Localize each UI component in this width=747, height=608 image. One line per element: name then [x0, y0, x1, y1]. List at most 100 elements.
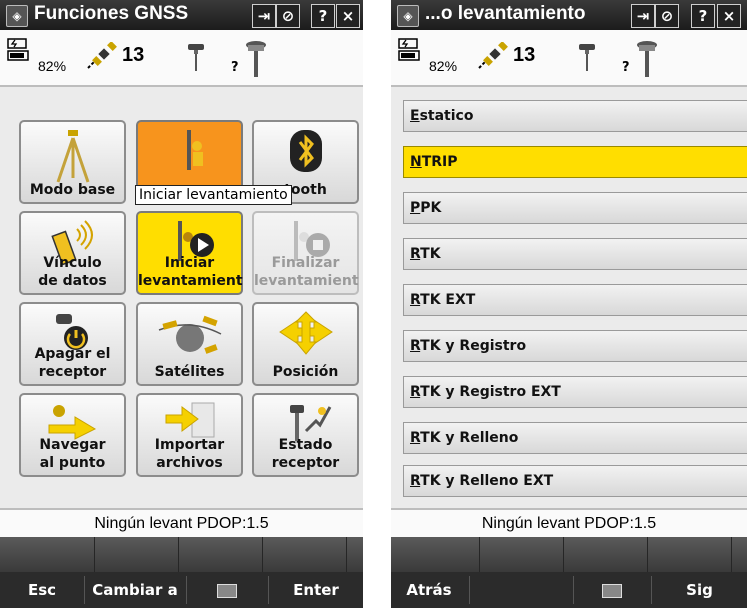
window-title: Funciones GNSS: [34, 3, 189, 24]
tile-import-files[interactable]: Importar archivos: [136, 393, 243, 477]
item-label: TK: [420, 246, 441, 262]
status-bar: 82% 13 ?: [0, 30, 363, 87]
satellites-globe-icon: [158, 315, 221, 354]
tile-base-mode[interactable]: Modo base: [19, 120, 126, 204]
battery-percent: 82%: [429, 58, 458, 74]
item-hotkey: R: [410, 292, 421, 308]
switch-to-button[interactable]: Cambiar a: [85, 572, 185, 608]
tile-label: Satélites: [154, 364, 225, 380]
tile-label: Finalizar levantamient: [254, 255, 359, 289]
switch-to-icon[interactable]: ⇥: [631, 4, 655, 28]
item-hotkey: E: [410, 108, 420, 124]
tile-label: Vínculo de datos: [38, 255, 107, 289]
tile-navigate-to-point[interactable]: Navegar al punto: [19, 393, 126, 477]
tile-label: Importar archivos: [154, 437, 225, 471]
esc-button[interactable]: Esc: [0, 572, 84, 608]
list-item-rtk[interactable]: RTK: [403, 238, 747, 270]
item-hotkey: N: [410, 154, 422, 170]
favorites-icon[interactable]: ⊘: [276, 4, 300, 28]
help-button[interactable]: ?: [311, 4, 335, 28]
survey-style-list: Estatico NTRIP PPK RTK RTK EXT RTK y Reg…: [391, 87, 747, 508]
item-hotkey: R: [410, 246, 421, 262]
start-menu-icon[interactable]: ◈: [397, 5, 419, 27]
tile-end-survey[interactable]: Finalizar levantamient: [252, 211, 359, 295]
tile-power-off-receiver[interactable]: Apagar el receptor: [19, 302, 126, 386]
back-button[interactable]: Atrás: [391, 572, 467, 608]
close-button[interactable]: ×: [336, 4, 360, 28]
tile-satellites[interactable]: Satélites: [136, 302, 243, 386]
item-label: PK: [420, 200, 442, 216]
tooltip: Iniciar levantamiento: [135, 185, 292, 205]
battery-icon[interactable]: [7, 38, 31, 62]
status-strip: [391, 537, 747, 572]
tile-label: Posición: [272, 364, 339, 380]
item-hotkey: R: [410, 338, 421, 354]
window-title: ...o levantamiento: [425, 3, 586, 24]
item-label: TK y Registro EXT: [420, 384, 561, 400]
tile-label: Iniciar levantamient: [138, 255, 243, 289]
switch-to-icon[interactable]: ⇥: [252, 4, 276, 28]
list-item-rtk-relleno[interactable]: RTK y Relleno: [403, 422, 747, 454]
status-strip: [0, 537, 363, 572]
status-bar: 82% 13 ?: [391, 30, 747, 87]
survey-status-bar: Ningún levant PDOP:1.5: [391, 508, 747, 537]
tripod-icon: [56, 130, 89, 183]
survey-person-icon: [186, 130, 203, 170]
tile-data-link[interactable]: Vínculo de datos: [19, 211, 126, 295]
navigate-arrow-icon: [48, 405, 96, 440]
keyboard-button[interactable]: [187, 572, 267, 608]
item-label: TK y Registro: [420, 338, 527, 354]
satellite-count: 13: [513, 44, 536, 66]
close-button[interactable]: ×: [717, 4, 741, 28]
list-item-rtk-registro[interactable]: RTK y Registro: [403, 330, 747, 362]
enter-button[interactable]: Enter: [269, 572, 363, 608]
keyboard-button[interactable]: [574, 572, 650, 608]
title-bar: ◈ ...o levantamiento ⇥ ⊘ ? ×: [391, 0, 747, 30]
item-hotkey: R: [410, 473, 421, 489]
softkey-bar: Esc Cambiar a Enter: [0, 572, 363, 608]
antenna-unknown-mark: ?: [622, 60, 630, 75]
help-button[interactable]: ?: [691, 4, 715, 28]
antenna-unknown-mark: ?: [231, 60, 239, 75]
list-item-rtk-ext[interactable]: RTK EXT: [403, 284, 747, 316]
favorites-icon[interactable]: ⊘: [655, 4, 679, 28]
item-label: TK EXT: [420, 292, 476, 308]
list-item-rtk-registro-ext[interactable]: RTK y Registro EXT: [403, 376, 747, 408]
import-file-icon: [165, 402, 214, 438]
tile-label: Apagar el receptor: [34, 346, 111, 380]
list-item-rtk-relleno-ext[interactable]: RTK y Relleno EXT: [403, 465, 747, 497]
rover-antenna-icon[interactable]: [243, 40, 269, 78]
next-button[interactable]: Sig: [652, 572, 747, 608]
satellite-icon[interactable]: [475, 42, 509, 72]
base-antenna-icon[interactable]: [186, 42, 206, 72]
item-label: statico: [419, 108, 474, 124]
survey-style-screen: ◈ ...o levantamiento ⇥ ⊘ ? × 82% 13 ? Es…: [391, 0, 747, 608]
start-menu-icon[interactable]: ◈: [6, 5, 28, 27]
tile-label: Estado receptor: [271, 437, 340, 471]
gnss-functions-screen: ◈ Funciones GNSS ⇥ ⊘ ? × 82% 13 ? Modo b…: [0, 0, 363, 608]
battery-icon[interactable]: [398, 38, 422, 62]
satellite-count: 13: [122, 44, 145, 66]
tile-label: Modo base: [29, 182, 116, 198]
item-label: TRIP: [421, 154, 458, 170]
list-item-ppk[interactable]: PPK: [403, 192, 747, 224]
list-item-estatico[interactable]: Estatico: [403, 100, 747, 132]
survey-status-bar: Ningún levant PDOP:1.5: [0, 508, 363, 537]
softkey-bar: Atrás Sig: [391, 572, 747, 608]
title-bar: ◈ Funciones GNSS ⇥ ⊘ ? ×: [0, 0, 363, 30]
keyboard-icon: [602, 583, 622, 598]
tile-position[interactable]: Posición: [252, 302, 359, 386]
position-arrows-icon: [278, 311, 333, 355]
item-hotkey: R: [410, 430, 421, 446]
satellite-icon[interactable]: [84, 42, 118, 72]
bluetooth-icon: [289, 130, 322, 172]
item-hotkey: P: [410, 200, 421, 216]
item-label: TK y Relleno: [420, 430, 519, 446]
list-item-ntrip[interactable]: NTRIP: [403, 146, 747, 178]
tile-label: Navegar al punto: [39, 437, 106, 471]
function-grid: Modo base tooth Vínculo de datos Iniciar…: [0, 87, 363, 508]
rover-antenna-icon[interactable]: [634, 40, 660, 78]
tile-start-survey[interactable]: Iniciar levantamient: [136, 211, 243, 295]
tile-receiver-status[interactable]: Estado receptor: [252, 393, 359, 477]
base-antenna-icon[interactable]: [577, 42, 597, 72]
